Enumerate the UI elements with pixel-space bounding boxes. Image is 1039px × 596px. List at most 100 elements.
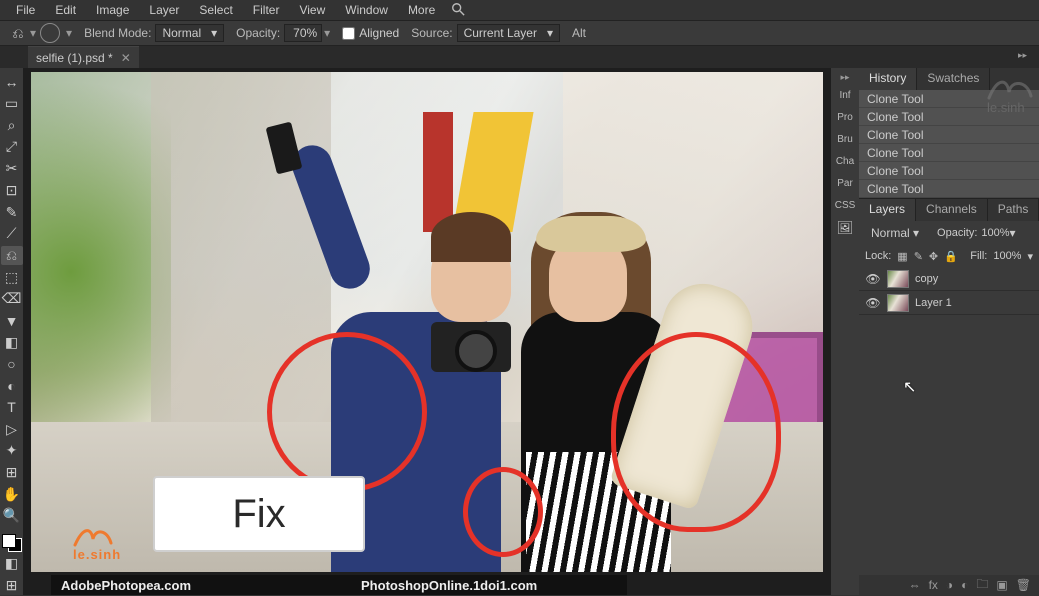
tool-blur[interactable]: ◧ [1, 332, 23, 352]
blend-mode-select[interactable]: Normal ▾ [155, 24, 224, 42]
menu-window[interactable]: Window [335, 1, 398, 19]
new-group-icon[interactable]: 🗀 [976, 575, 988, 596]
panel-tab-brush[interactable]: Bru [831, 129, 859, 149]
panel-tab-paragraph[interactable]: Par [831, 173, 859, 193]
tool-crop[interactable]: ✂ [1, 159, 23, 179]
tool-shape[interactable]: ✦ [1, 441, 23, 461]
layer-visibility-icon[interactable]: 👁 [865, 272, 881, 286]
menu-more[interactable]: More [398, 1, 445, 19]
history-list[interactable]: Clone Tool Clone Tool Clone Tool Clone T… [859, 90, 1039, 199]
annotation-circle-3 [611, 332, 781, 532]
layer-blend-mode-select[interactable]: Normal ▾ [865, 225, 933, 241]
tool-quickmask-icon[interactable]: ◧ [1, 554, 23, 574]
tool-lasso[interactable]: ⌕ [1, 115, 23, 135]
tab-channels[interactable]: Channels [916, 199, 988, 221]
history-item[interactable]: Clone Tool [859, 90, 1039, 108]
menu-select[interactable]: Select [189, 1, 242, 19]
panel-icon-image[interactable]: 🖼 [834, 217, 856, 239]
source-select[interactable]: Current Layer ▾ [457, 24, 560, 42]
tool-move[interactable]: ↔ [1, 72, 23, 92]
layer-thumbnail[interactable] [887, 294, 909, 312]
menu-image[interactable]: Image [86, 1, 139, 19]
tool-eraser[interactable]: ⬚ [1, 267, 23, 287]
panel-tab-info[interactable]: Inf [831, 85, 859, 105]
tab-history[interactable]: History [859, 68, 917, 90]
menu-layer[interactable]: Layer [139, 1, 189, 19]
layer-name[interactable]: copy [915, 273, 938, 285]
close-tab-icon[interactable]: ✕ [121, 51, 131, 65]
tool-pen[interactable]: ◐ [1, 376, 23, 396]
tool-brush[interactable]: ✎ [1, 202, 23, 222]
layers-options-row: Normal ▾ Opacity: 100% ▾ [859, 221, 1039, 245]
history-item[interactable]: Clone Tool [859, 144, 1039, 162]
tool-dodge[interactable]: ○ [1, 354, 23, 374]
panel-tab-character[interactable]: Cha [831, 151, 859, 171]
menu-file[interactable]: File [6, 1, 45, 19]
lock-position-icon[interactable]: ✥ [929, 250, 938, 263]
tool-gradient[interactable]: ⌫ [1, 289, 23, 309]
lock-pixels-icon[interactable]: ✎ [914, 250, 923, 263]
tab-swatches[interactable]: Swatches [917, 68, 990, 90]
annotation-circle-2 [463, 467, 543, 557]
tool-eyedropper[interactable]: ⊡ [1, 181, 23, 201]
search-icon[interactable] [451, 2, 465, 19]
menu-view[interactable]: View [289, 1, 335, 19]
tab-paths[interactable]: Paths [988, 199, 1039, 221]
lock-all-icon[interactable]: 🔒 [944, 250, 958, 263]
tool-screenmode-icon[interactable]: ⊞ [1, 575, 23, 595]
tool-wand[interactable]: ⤢ [1, 137, 23, 157]
footer-center-text: PhotoshopOnline.1doi1.com [361, 578, 537, 593]
tool-mesh[interactable]: ⊞ [1, 463, 23, 483]
new-layer-icon[interactable]: ▣ [996, 578, 1007, 592]
opacity-input[interactable]: 70% [284, 24, 322, 42]
tool-text[interactable]: T [1, 398, 23, 418]
layer-name[interactable]: Layer 1 [915, 297, 952, 309]
dock-collapse-caret[interactable]: ▸▸ [840, 72, 849, 83]
document-canvas[interactable]: Fix le.sinh [31, 72, 823, 572]
history-item[interactable]: Clone Tool [859, 180, 1039, 198]
brush-preview-icon[interactable] [40, 23, 60, 43]
tool-zoom[interactable]: 🔍 [1, 506, 23, 526]
tool-preset-dropdown[interactable]: ▾ [30, 26, 36, 40]
fill-dropdown[interactable]: ▾ [1027, 250, 1033, 263]
layer-opacity-dropdown[interactable]: ▾ [1010, 226, 1016, 240]
tool-pencil[interactable]: ⟋ [1, 224, 23, 244]
link-layers-icon[interactable]: ⇔ [909, 578, 921, 592]
menu-filter[interactable]: Filter [243, 1, 290, 19]
layer-thumbnail[interactable] [887, 270, 909, 288]
tool-clone-stamp[interactable]: ⎌ [1, 246, 23, 266]
camera-icon-art [431, 322, 511, 372]
layer-opacity-value[interactable]: 100% [981, 227, 1009, 239]
fill-value[interactable]: 100% [993, 250, 1021, 262]
tool-bucket[interactable]: ▼ [1, 311, 23, 331]
layer-fx-icon[interactable]: fx [929, 578, 938, 592]
clone-stamp-icon[interactable]: ⎌ [8, 23, 28, 43]
history-item[interactable]: Clone Tool [859, 108, 1039, 126]
history-item[interactable]: Clone Tool [859, 162, 1039, 180]
color-swatches[interactable] [2, 534, 22, 552]
tool-path[interactable]: ▷ [1, 419, 23, 439]
panel-tab-css[interactable]: CSS [831, 195, 859, 215]
layer-row[interactable]: 👁 copy [859, 267, 1039, 291]
aligned-checkbox[interactable] [342, 27, 355, 40]
layer-row[interactable]: 👁 Layer 1 [859, 291, 1039, 315]
tab-layers[interactable]: Layers [859, 199, 916, 221]
tool-marquee[interactable]: ▭ [1, 94, 23, 114]
opacity-dropdown[interactable]: ▾ [324, 26, 330, 40]
brush-dropdown[interactable]: ▾ [66, 26, 72, 40]
layer-mask-icon[interactable]: ◑ [946, 578, 953, 592]
lock-transparent-icon[interactable]: ▦ [897, 250, 907, 263]
layers-list[interactable]: 👁 copy 👁 Layer 1 [859, 267, 1039, 315]
layer-visibility-icon[interactable]: 👁 [865, 296, 881, 310]
panel-tab-properties[interactable]: Pro [831, 107, 859, 127]
document-tab[interactable]: selfie (1).psd * ✕ [28, 46, 139, 68]
foreground-color-swatch[interactable] [2, 534, 16, 548]
document-tab-strip: selfie (1).psd * ✕ [0, 46, 1039, 68]
menu-edit[interactable]: Edit [45, 1, 86, 19]
history-item[interactable]: Clone Tool [859, 126, 1039, 144]
adjustment-layer-icon[interactable]: ◐ [961, 578, 968, 592]
rail-collapse-caret[interactable]: ▸▸ [1018, 50, 1027, 61]
delete-layer-icon[interactable]: 🗑 [1016, 578, 1031, 592]
canvas-area[interactable]: Fix le.sinh AdobePhotopea.com PhotoshopO… [23, 68, 831, 595]
tool-hand[interactable]: ✋ [1, 484, 23, 504]
